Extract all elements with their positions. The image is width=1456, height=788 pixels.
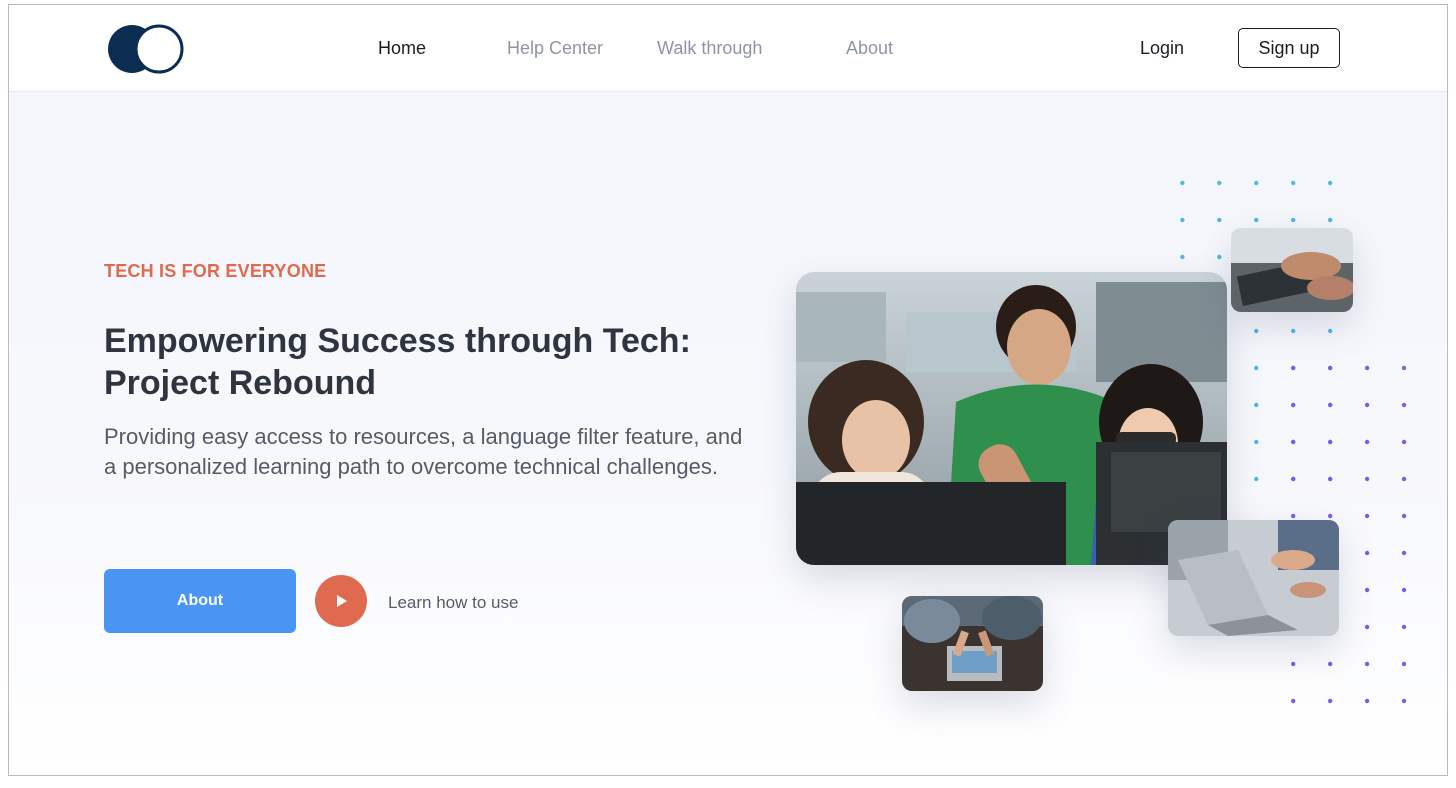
nav-link-help-center[interactable]: Help Center <box>507 38 603 59</box>
decorative-dot <box>1291 328 1296 334</box>
decorative-dot <box>1364 439 1370 445</box>
hero-eyebrow: TECH IS FOR EVERYONE <box>104 261 327 281</box>
decorative-dot <box>1254 180 1259 186</box>
nav-link-about[interactable]: About <box>846 38 893 59</box>
decorative-dot <box>1254 328 1259 334</box>
decorative-dot <box>1364 550 1370 556</box>
login-link[interactable]: Login <box>1140 38 1184 59</box>
decorative-dot <box>1364 661 1370 667</box>
decorative-dot <box>1217 254 1222 260</box>
play-icon <box>337 595 347 607</box>
decorative-dot <box>1327 365 1333 371</box>
decorative-dot <box>1217 180 1222 186</box>
decorative-dot <box>1401 624 1407 630</box>
nav-link-home[interactable]: Home <box>378 38 426 59</box>
decorative-dot <box>1254 217 1259 223</box>
decorative-dot <box>1327 698 1333 704</box>
decorative-dot <box>1401 698 1407 704</box>
page-frame: Home Help Center Walk through About Logi… <box>8 4 1448 776</box>
decorative-dot <box>1327 365 1333 371</box>
decorative-dot <box>1401 550 1407 556</box>
signup-button[interactable]: Sign up <box>1238 28 1340 68</box>
decorative-dot <box>1327 513 1333 519</box>
decorative-dot <box>1254 439 1259 445</box>
decorative-dot <box>1291 698 1296 704</box>
decorative-dot <box>1327 402 1333 408</box>
decorative-dot <box>1327 439 1333 445</box>
learn-how-link[interactable]: Learn how to use <box>388 593 518 613</box>
decorative-dot <box>1291 217 1296 223</box>
decorative-dot <box>1327 217 1333 223</box>
decorative-dot <box>1291 476 1296 482</box>
decorative-dot <box>1364 624 1370 630</box>
decorative-dot <box>1291 402 1296 408</box>
decorative-dot <box>1180 217 1185 223</box>
play-button[interactable] <box>315 575 367 627</box>
decorative-dot <box>1254 365 1259 371</box>
decorative-dot <box>1327 476 1333 482</box>
hero-headline-line-1: Empowering Success through Tech: <box>104 322 691 360</box>
typing-hands-photo <box>1231 228 1353 312</box>
decorative-dot <box>1291 513 1296 519</box>
main-hero-photo <box>796 272 1227 565</box>
decorative-dot <box>1327 476 1333 482</box>
decorative-dot <box>1401 661 1407 667</box>
decorative-dot <box>1180 180 1185 186</box>
decorative-dot <box>1254 402 1259 408</box>
decorative-dot <box>1180 254 1185 260</box>
decorative-dot <box>1291 365 1296 371</box>
decorative-dot <box>1364 698 1370 704</box>
hero-section: TECH IS FOR EVERYONE Empowering Success … <box>9 92 1447 775</box>
decorative-dot <box>1327 328 1333 334</box>
decorative-dot <box>1364 365 1370 371</box>
hero-headline: Empowering Success through Tech: Project… <box>104 320 764 404</box>
hero-headline-line-2: Project Rebound <box>104 364 377 402</box>
decorative-dot <box>1291 661 1296 667</box>
hero-subtext: Providing easy access to resources, a la… <box>104 424 743 479</box>
decorative-dot <box>1401 587 1407 593</box>
decorative-dot <box>1401 365 1407 371</box>
decorative-dot <box>1217 217 1222 223</box>
decorative-dot <box>1401 513 1407 519</box>
decorative-dot <box>1401 402 1407 408</box>
overlapping-circles-logo-icon <box>108 24 184 74</box>
decorative-dot <box>1327 661 1333 667</box>
decorative-dot <box>1327 180 1333 186</box>
logo[interactable] <box>107 24 185 74</box>
decorative-dot <box>1364 402 1370 408</box>
decorative-dot <box>1254 476 1259 482</box>
decorative-dot <box>1401 476 1407 482</box>
decorative-dot <box>1364 476 1370 482</box>
decorative-dot <box>1291 402 1296 408</box>
decorative-dot <box>1327 439 1333 445</box>
decorative-dot <box>1291 439 1296 445</box>
decorative-dot <box>1401 439 1407 445</box>
about-button[interactable]: About <box>104 569 296 633</box>
decorative-dot <box>1364 513 1370 519</box>
decorative-dot <box>1291 365 1296 371</box>
group-laptop-photo <box>902 596 1043 691</box>
decorative-dot <box>1364 587 1370 593</box>
decorative-dot <box>1327 402 1333 408</box>
decorative-dot <box>1291 180 1296 186</box>
decorative-dot <box>1291 476 1296 482</box>
decorative-dot <box>1291 439 1296 445</box>
top-nav-bar: Home Help Center Walk through About Logi… <box>9 5 1447 92</box>
laptop-pointing-photo <box>1168 520 1339 636</box>
nav-link-walk-through[interactable]: Walk through <box>657 38 762 59</box>
